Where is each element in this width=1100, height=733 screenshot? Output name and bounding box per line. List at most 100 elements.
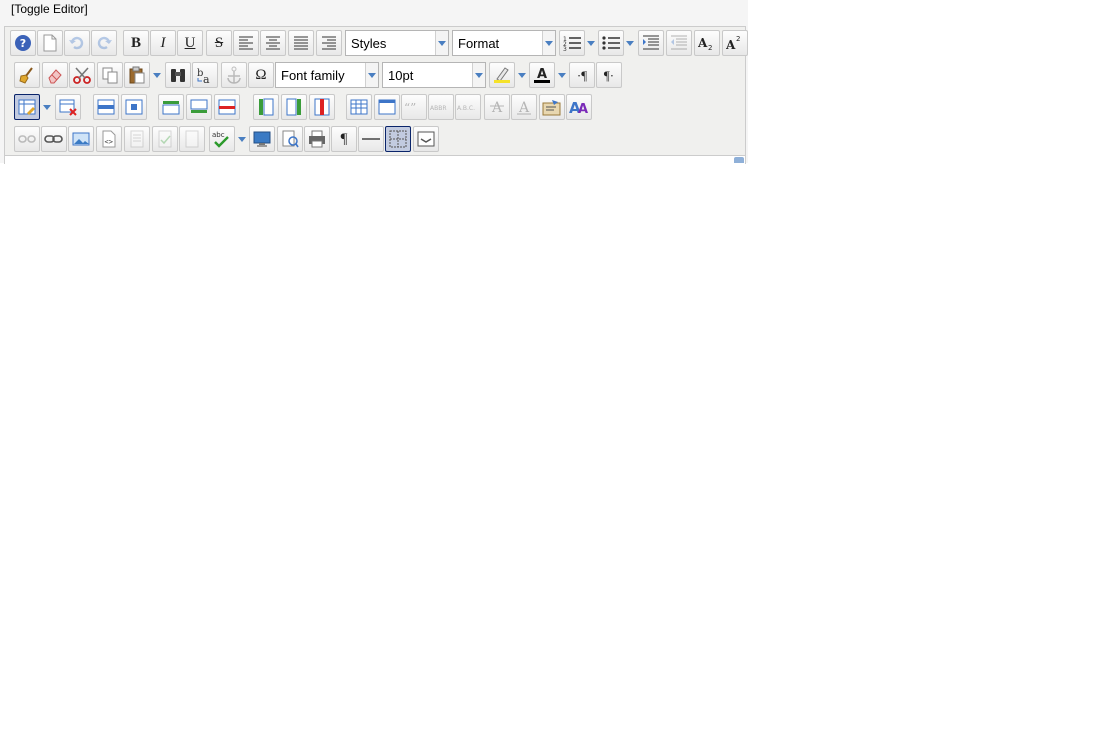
paste-dropdown[interactable] <box>151 62 162 88</box>
cleanup-button[interactable] <box>14 62 40 88</box>
text-color-button[interactable]: A <box>529 62 555 88</box>
toggle-guidelines-button[interactable] <box>385 126 411 152</box>
html-source-button[interactable]: <> <box>96 126 122 152</box>
copy-button[interactable] <box>97 62 123 88</box>
delete-row-button[interactable] <box>214 94 240 120</box>
show-blocks-button[interactable]: ¶ <box>331 126 357 152</box>
horizontal-rule-button[interactable] <box>358 126 384 152</box>
insert-row-before-button[interactable] <box>158 94 184 120</box>
preview-button[interactable] <box>277 126 303 152</box>
fullscreen-button[interactable] <box>249 126 275 152</box>
strikethrough-button[interactable]: S <box>206 30 232 56</box>
page-icon <box>184 130 200 148</box>
unlink-button[interactable] <box>14 126 40 152</box>
text-color-dropdown[interactable] <box>556 62 567 88</box>
styleprops-button[interactable]: AA <box>566 94 592 120</box>
highlight-color-dropdown[interactable] <box>516 62 527 88</box>
font-family-select[interactable]: Font family <box>275 62 379 88</box>
link-button[interactable] <box>41 126 67 152</box>
justify-icon <box>293 36 309 50</box>
help-icon: ? <box>14 34 32 52</box>
font-family-select-value: Font family <box>281 67 345 83</box>
insert-row-after-button[interactable] <box>186 94 212 120</box>
deletion-button[interactable]: A <box>484 94 510 120</box>
redo-button[interactable] <box>91 30 117 56</box>
find-button[interactable] <box>165 62 191 88</box>
delete-column-button[interactable] <box>309 94 335 120</box>
abbreviation-button[interactable]: ABBR <box>428 94 454 120</box>
replace-button[interactable]: ba <box>192 62 218 88</box>
image-button[interactable] <box>68 126 94 152</box>
table-dropdown[interactable] <box>41 94 52 120</box>
delete-table-button[interactable] <box>55 94 81 120</box>
ltr-icon: ·¶ <box>576 67 588 83</box>
spellcheck-button[interactable]: abc <box>209 126 235 152</box>
special-character-button[interactable]: Ω <box>248 62 274 88</box>
outdent-button[interactable] <box>666 30 692 56</box>
align-right-icon <box>321 36 337 50</box>
help-button[interactable]: ? <box>10 30 36 56</box>
attributes-button[interactable] <box>539 94 565 120</box>
cell-properties-button[interactable] <box>121 94 147 120</box>
subscript-button[interactable]: A2 <box>694 30 720 56</box>
svg-text:?: ? <box>20 37 26 50</box>
table-delete-icon <box>59 98 77 116</box>
editor-content-area[interactable] <box>4 155 746 164</box>
justify-button[interactable] <box>288 30 314 56</box>
styles-select[interactable]: Styles <box>345 30 449 56</box>
undo-button[interactable] <box>64 30 90 56</box>
anchor-button[interactable] <box>221 62 247 88</box>
print-button[interactable] <box>304 126 330 152</box>
bold-button[interactable]: B <box>123 30 149 56</box>
numbered-list-dropdown[interactable] <box>585 30 596 56</box>
replace-icon: ba <box>196 66 214 84</box>
copy-icon <box>101 66 119 84</box>
underline-icon: U <box>184 34 196 51</box>
underline-button[interactable]: U <box>177 30 203 56</box>
bullet-list-dropdown[interactable] <box>624 30 635 56</box>
template-icon <box>129 130 145 148</box>
format-select-value: Format <box>458 35 500 51</box>
insert-column-before-button[interactable] <box>253 94 279 120</box>
toggle-editor-link[interactable]: [Toggle Editor] <box>11 2 88 16</box>
new-document-button[interactable] <box>37 30 63 56</box>
cut-button[interactable] <box>69 62 95 88</box>
align-right-button[interactable] <box>316 30 342 56</box>
insertion-button[interactable]: A <box>511 94 537 120</box>
highlight-color-button[interactable] <box>489 62 515 88</box>
spellcheck-dropdown[interactable] <box>236 126 247 152</box>
insert-column-after-button[interactable] <box>281 94 307 120</box>
font-size-select[interactable]: 10pt <box>382 62 486 88</box>
layer-icon <box>378 98 396 116</box>
indent-button[interactable] <box>638 30 664 56</box>
format-select[interactable]: Format <box>452 30 556 56</box>
table-grid-button[interactable] <box>346 94 372 120</box>
chevron-down-icon <box>435 31 448 55</box>
insertion-icon: A <box>515 98 533 116</box>
align-center-button[interactable] <box>260 30 286 56</box>
monitor-icon <box>253 130 271 148</box>
row-properties-icon <box>97 98 115 116</box>
insert-table-button[interactable] <box>14 94 40 120</box>
insert-layer-button[interactable] <box>374 94 400 120</box>
highlighter-icon <box>493 66 511 84</box>
left-to-right-button[interactable]: ·¶ <box>569 62 595 88</box>
template-button[interactable] <box>124 126 150 152</box>
blank-doc-button[interactable] <box>179 126 205 152</box>
acronym-button[interactable]: A.B.C. <box>455 94 481 120</box>
paste-button[interactable] <box>124 62 150 88</box>
numbered-list-button[interactable]: 123 <box>559 30 585 56</box>
cite-button[interactable]: “” <box>401 94 427 120</box>
remove-format-button[interactable] <box>42 62 68 88</box>
resize-handle[interactable] <box>734 157 744 163</box>
font-size-select-value: 10pt <box>388 67 414 83</box>
italic-button[interactable]: I <box>150 30 176 56</box>
page-break-button[interactable] <box>413 126 439 152</box>
bullet-list-button[interactable] <box>598 30 624 56</box>
superscript-button[interactable]: A2 <box>722 30 748 56</box>
column-after-icon <box>285 98 303 116</box>
visual-aid-button[interactable] <box>152 126 178 152</box>
right-to-left-button[interactable]: ¶· <box>596 62 622 88</box>
align-left-button[interactable] <box>233 30 259 56</box>
row-properties-button[interactable] <box>93 94 119 120</box>
